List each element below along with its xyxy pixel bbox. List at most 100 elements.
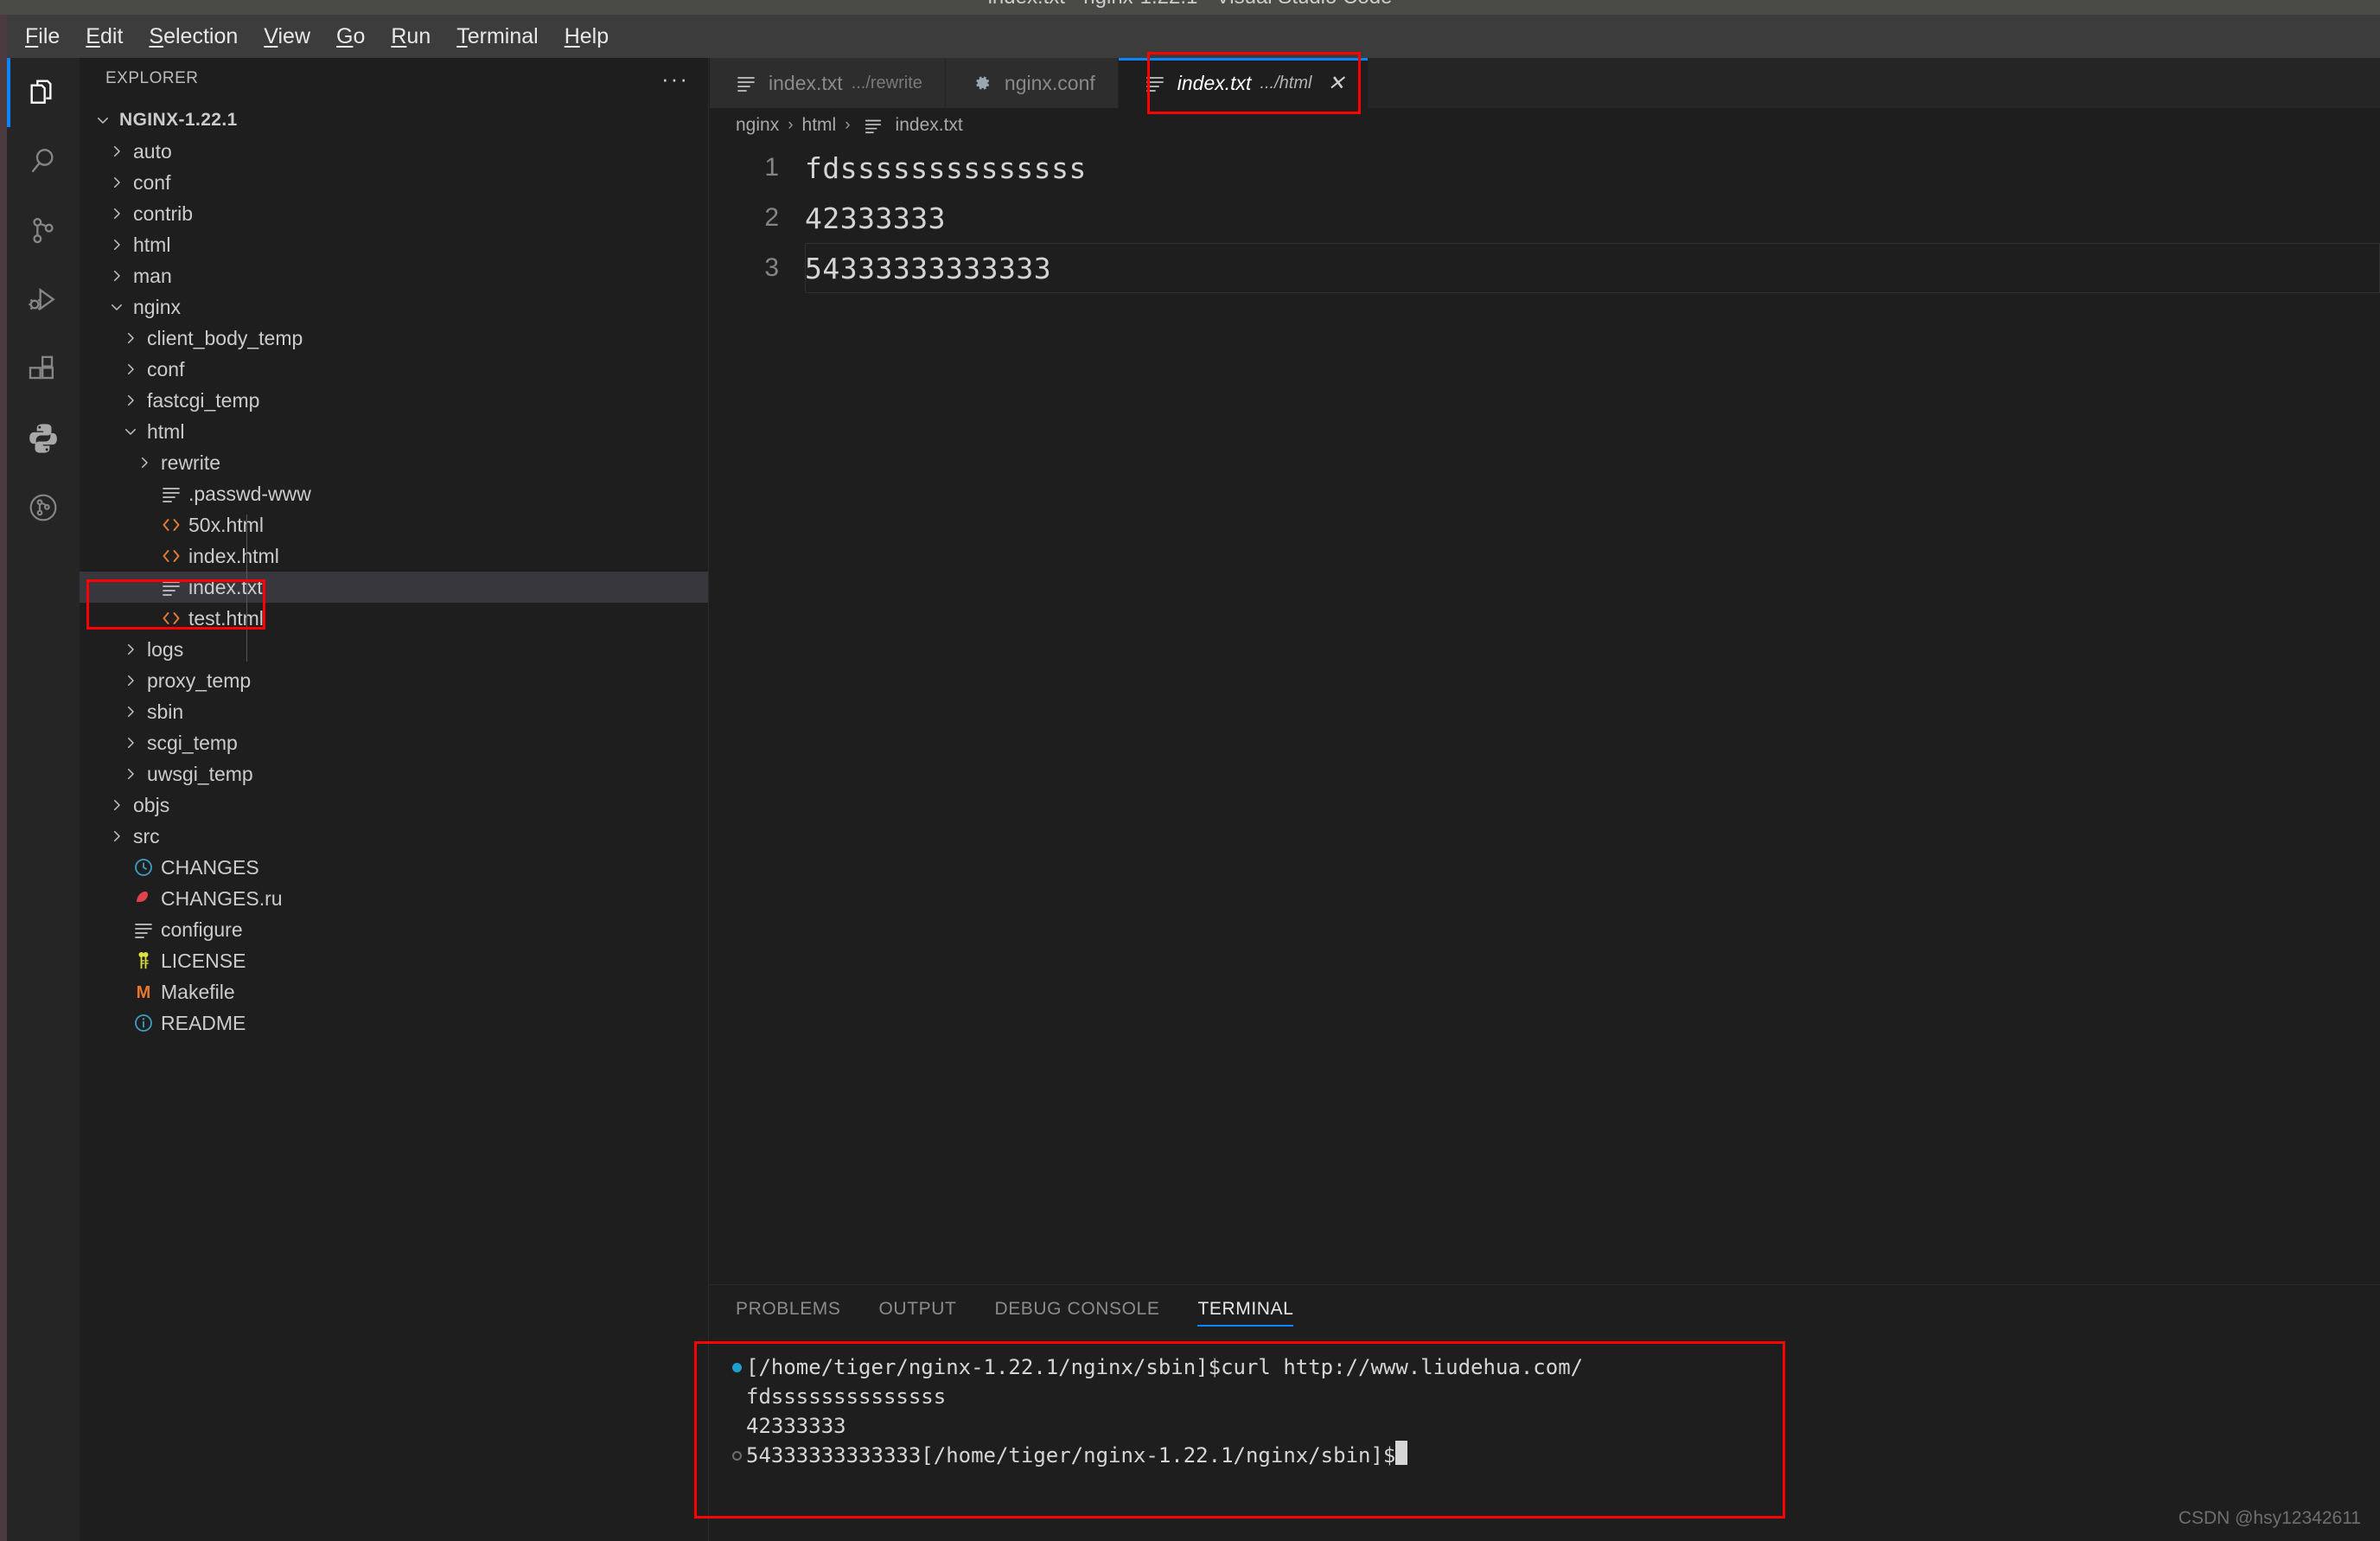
activity-bar bbox=[7, 58, 80, 1541]
tree-item-uwsgi_temp[interactable]: uwsgi_temp bbox=[80, 758, 708, 790]
text-file-icon bbox=[157, 483, 185, 504]
terminal-output[interactable]: [/home/tiger/nginx-1.22.1/nginx/sbin]$cu… bbox=[718, 1333, 2371, 1537]
tree-item-index.txt[interactable]: index.txt bbox=[80, 572, 708, 603]
tree-item-auto[interactable]: auto bbox=[80, 136, 708, 167]
breadcrumb-item[interactable]: html bbox=[802, 115, 837, 136]
menu-selection[interactable]: Selection bbox=[136, 15, 251, 58]
chevron-right-icon[interactable] bbox=[118, 393, 144, 408]
chevron-right-icon[interactable] bbox=[104, 175, 130, 190]
tree-item-rewrite[interactable]: rewrite bbox=[80, 447, 708, 478]
menu-terminal[interactable]: Terminal bbox=[443, 15, 551, 58]
editor-tab-path: .../rewrite bbox=[851, 73, 922, 93]
tree-item-.passwd-www[interactable]: .passwd-www bbox=[80, 478, 708, 509]
command-success-marker-icon bbox=[727, 1352, 746, 1372]
chevron-right-icon[interactable] bbox=[104, 828, 130, 844]
gitlens-icon[interactable] bbox=[7, 473, 80, 542]
chevron-down-icon[interactable] bbox=[90, 112, 116, 128]
chevron-right-icon[interactable] bbox=[104, 206, 130, 221]
panel-tab-problems[interactable]: PROBLEMS bbox=[736, 1285, 841, 1333]
tree-item-client_body_temp[interactable]: client_body_temp bbox=[80, 323, 708, 354]
tree-item-readme[interactable]: README bbox=[80, 1007, 708, 1039]
breadcrumb-item[interactable]: index.txt bbox=[896, 115, 963, 136]
menu-edit[interactable]: Edit bbox=[73, 15, 136, 58]
menu-help[interactable]: Help bbox=[552, 15, 622, 58]
tree-item-nginx[interactable]: nginx bbox=[80, 291, 708, 323]
tree-item-label: index.html bbox=[188, 544, 279, 567]
editor-tab-index-txt-active[interactable]: index.txt .../html ✕ bbox=[1118, 58, 1369, 108]
tree-item-fastcgi_temp[interactable]: fastcgi_temp bbox=[80, 385, 708, 416]
extensions-icon[interactable] bbox=[7, 335, 80, 404]
editor-line[interactable]: 3 54333333333333 bbox=[710, 243, 2380, 293]
tree-item-test.html[interactable]: test.html bbox=[80, 603, 708, 634]
line-text: 54333333333333 bbox=[805, 251, 1052, 285]
tree-item-objs[interactable]: objs bbox=[80, 790, 708, 821]
explorer-files-icon[interactable] bbox=[7, 58, 80, 127]
tree-item-index.html[interactable]: index.html bbox=[80, 540, 708, 572]
tree-item-conf[interactable]: conf bbox=[80, 354, 708, 385]
chevron-right-icon[interactable] bbox=[104, 268, 130, 284]
editor-line[interactable]: 2 42333333 bbox=[710, 193, 2380, 243]
tree-item-license[interactable]: LICENSE bbox=[80, 945, 708, 976]
menu-go[interactable]: Go bbox=[323, 15, 378, 58]
tree-item-src[interactable]: src bbox=[80, 821, 708, 852]
tree-item-contrib[interactable]: contrib bbox=[80, 198, 708, 229]
search-icon[interactable] bbox=[7, 127, 80, 196]
chevron-right-icon[interactable] bbox=[104, 237, 130, 253]
explorer-more-actions-icon[interactable]: ··· bbox=[661, 67, 689, 90]
chevron-right-icon[interactable] bbox=[118, 673, 144, 688]
menu-mnemonic: E bbox=[86, 24, 100, 48]
readme-info-icon bbox=[130, 1013, 157, 1033]
terminal-line: fdssssssssssssss bbox=[727, 1382, 2371, 1411]
chevron-right-icon[interactable] bbox=[131, 455, 157, 470]
chevron-down-icon[interactable] bbox=[104, 299, 130, 315]
tree-item-html[interactable]: html bbox=[80, 416, 708, 447]
tree-item-proxy_temp[interactable]: proxy_temp bbox=[80, 665, 708, 696]
tree-item-html[interactable]: html bbox=[80, 229, 708, 260]
svg-text:M: M bbox=[137, 983, 151, 1002]
tree-item-label: logs bbox=[147, 637, 184, 661]
chevron-right-icon[interactable] bbox=[118, 704, 144, 719]
editor-tab-nginx-conf[interactable]: nginx.conf bbox=[945, 58, 1119, 108]
tree-item-50x.html[interactable]: 50x.html bbox=[80, 509, 708, 540]
tree-item-label: auto bbox=[133, 139, 172, 163]
menu-view[interactable]: View bbox=[251, 15, 323, 58]
explorer-sidebar: EXPLORER ··· NGINX-1.22.1 auto conf contrib… bbox=[80, 58, 709, 1541]
chevron-down-icon[interactable] bbox=[118, 424, 144, 439]
menu-file[interactable]: File bbox=[12, 15, 73, 58]
tree-item-logs[interactable]: logs bbox=[80, 634, 708, 665]
menu-run[interactable]: Run bbox=[378, 15, 443, 58]
close-icon[interactable]: ✕ bbox=[1327, 71, 1344, 96]
chevron-right-icon[interactable] bbox=[118, 642, 144, 657]
breadcrumb-item[interactable]: nginx bbox=[736, 115, 779, 136]
makefile-m-icon: M bbox=[130, 982, 157, 1002]
tree-item-label: contrib bbox=[133, 201, 194, 225]
run-and-debug-icon[interactable] bbox=[7, 265, 80, 335]
panel-tab-output[interactable]: OUTPUT bbox=[879, 1285, 957, 1333]
tree-root-nginx-1.22.1[interactable]: NGINX-1.22.1 bbox=[80, 105, 708, 136]
tree-item-makefile[interactable]: M Makefile bbox=[80, 976, 708, 1007]
tree-item-man[interactable]: man bbox=[80, 260, 708, 291]
panel-tab-terminal[interactable]: TERMINAL bbox=[1197, 1285, 1294, 1333]
tree-item-conf[interactable]: conf bbox=[80, 167, 708, 198]
tree-item-changes[interactable]: CHANGES bbox=[80, 852, 708, 883]
tree-item-sbin[interactable]: sbin bbox=[80, 696, 708, 727]
panel-tab-debug-console[interactable]: DEBUG CONSOLE bbox=[994, 1285, 1159, 1333]
terminal-text: [/home/tiger/nginx-1.22.1/nginx/sbin]$cu… bbox=[746, 1355, 1584, 1379]
chevron-right-icon[interactable] bbox=[104, 797, 130, 813]
tree-item-label: objs bbox=[133, 793, 170, 816]
text-editor[interactable]: 1 fdssssssssssssss 2 42333333 3 5433333333333… bbox=[710, 143, 2380, 1284]
tree-item-changes.ru[interactable]: CHANGES.ru bbox=[80, 883, 708, 914]
chevron-right-icon[interactable] bbox=[118, 361, 144, 377]
chevron-right-icon[interactable] bbox=[104, 144, 130, 159]
python-icon[interactable] bbox=[7, 404, 80, 473]
tree-item-configure[interactable]: configure bbox=[80, 914, 708, 945]
editor-tab-index-txt[interactable]: index.txt .../rewrite bbox=[710, 58, 946, 108]
source-control-icon[interactable] bbox=[7, 196, 80, 265]
chevron-right-icon[interactable] bbox=[118, 735, 144, 751]
editor-line[interactable]: 1 fdssssssssssssss bbox=[710, 143, 2380, 193]
chevron-right-icon[interactable] bbox=[118, 766, 144, 782]
tree-item-label: man bbox=[133, 264, 172, 287]
tree-item-scgi_temp[interactable]: scgi_temp bbox=[80, 727, 708, 758]
chevron-right-icon[interactable] bbox=[118, 330, 144, 346]
text-file-icon bbox=[157, 577, 185, 598]
